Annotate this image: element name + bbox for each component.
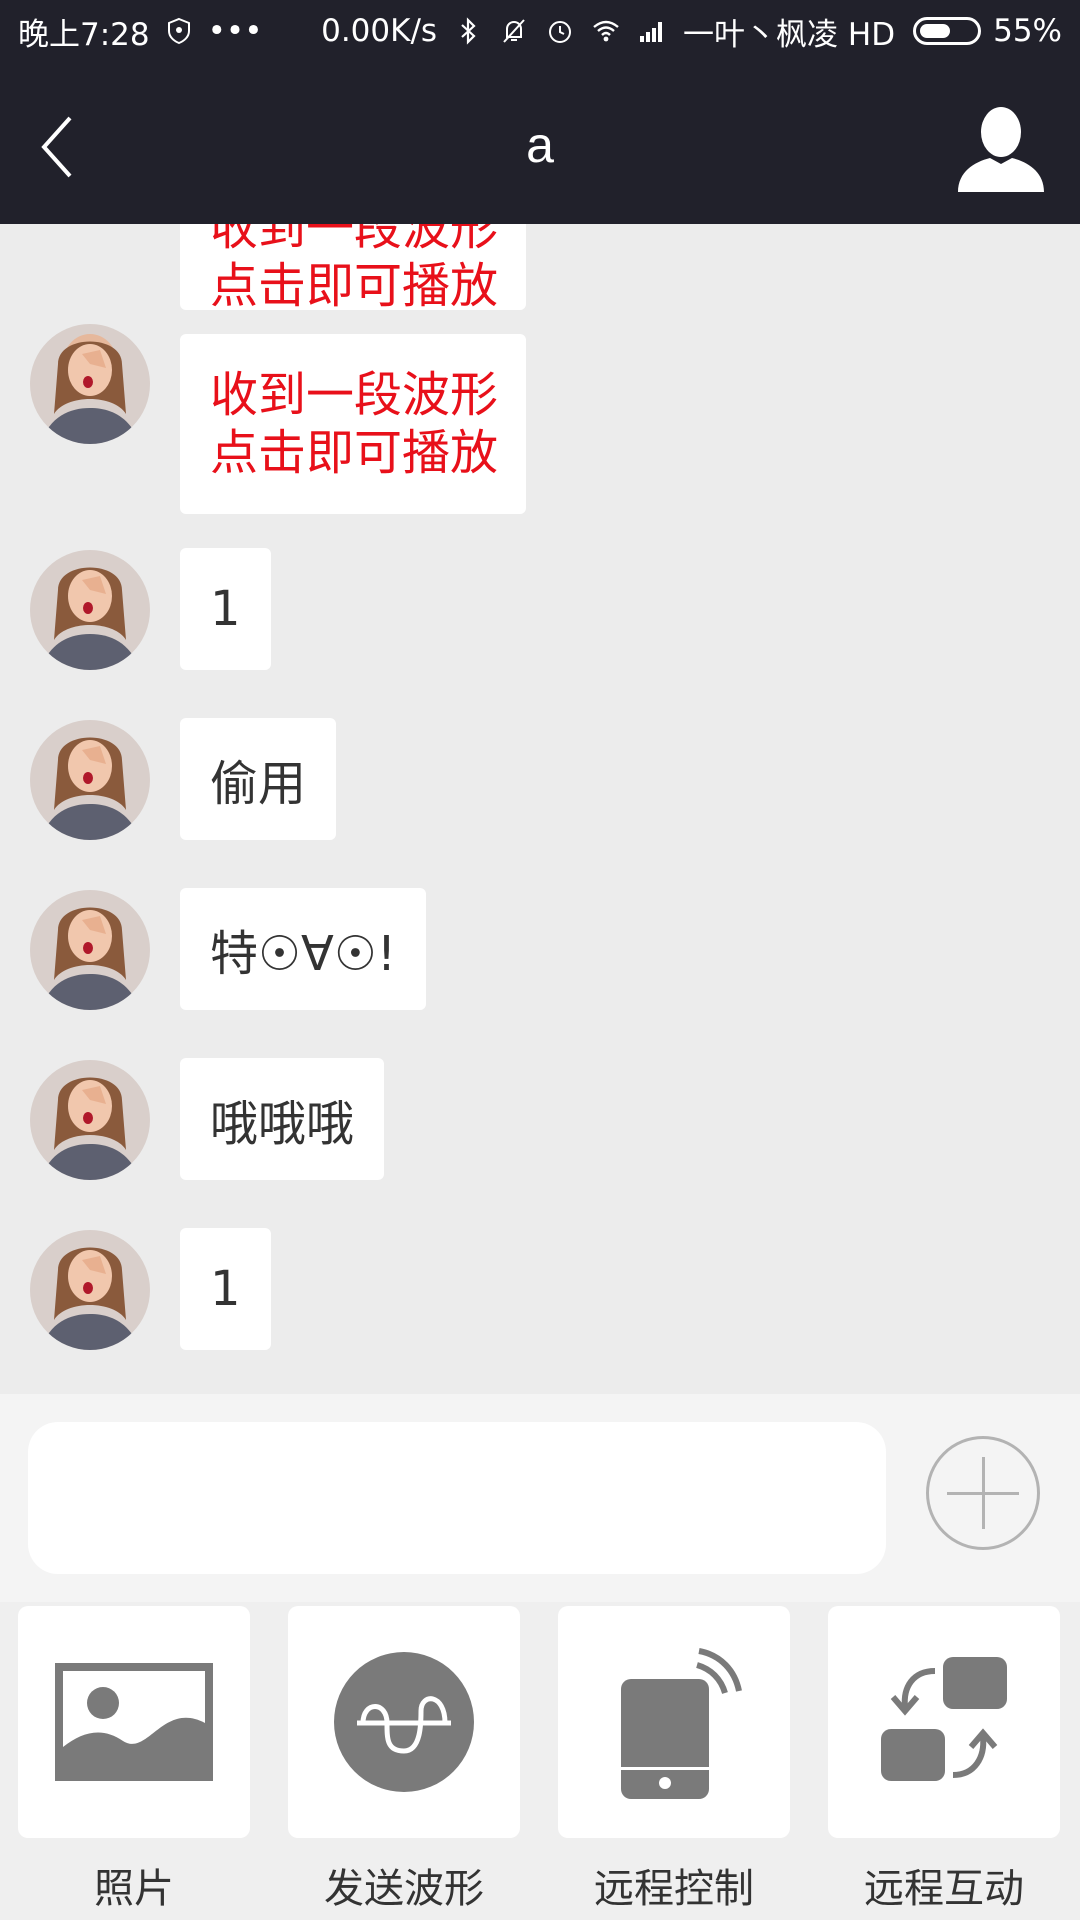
avatar-photo <box>30 550 150 670</box>
carrier-name: 一叶丶枫凌 HD <box>683 16 896 53</box>
mute-bell-icon <box>503 19 525 43</box>
avatar[interactable] <box>30 324 150 444</box>
tool-remote-interact-card[interactable] <box>828 1606 1060 1838</box>
message-text: 哦哦哦 <box>210 1096 355 1152</box>
remote-phone-icon <box>621 1648 742 1799</box>
message-text: 偷用 <box>210 756 307 812</box>
avatar[interactable] <box>30 550 150 670</box>
nav-bar: a <box>0 62 1080 224</box>
avatar[interactable] <box>30 1230 150 1350</box>
avatar-photo <box>30 890 150 1010</box>
bluetooth-icon <box>461 17 476 45</box>
waveform-message-line2: 点击即可播放 <box>210 425 499 481</box>
waveform-message-line1: 收到一段波形 <box>210 367 499 423</box>
wave-icon <box>334 1652 474 1792</box>
avatar[interactable] <box>30 890 150 1010</box>
alarm-icon <box>549 21 572 43</box>
security-icon <box>167 17 190 45</box>
network-speed: 0.00K/s <box>321 13 438 49</box>
text-message-bubble[interactable]: 哦哦哦 <box>180 1058 385 1180</box>
message-text: 1 <box>210 1261 241 1317</box>
waveform-message-bubble[interactable]: 收到一段波形 点击即可播放 <box>180 224 526 314</box>
avatar[interactable] <box>30 720 150 840</box>
image-icon <box>55 1663 213 1781</box>
tool-remote-control-card[interactable] <box>558 1606 790 1838</box>
tool-photo-card[interactable] <box>18 1606 250 1838</box>
battery-icon <box>913 17 982 45</box>
avatar-photo <box>30 324 150 444</box>
tool-remote-interact-label: 远程互动 <box>864 1866 1024 1912</box>
waveform-message-line1: 收到一段波形 <box>210 224 499 256</box>
profile-icon[interactable] <box>954 102 1048 196</box>
waveform-message-bubble[interactable]: 收到一段波形 点击即可播放 <box>180 334 526 514</box>
message-input[interactable] <box>28 1422 886 1574</box>
waveform-message-line2: 点击即可播放 <box>210 258 499 314</box>
tool-send-wave[interactable]: 发送波形 <box>288 1606 520 1914</box>
tool-remote-interact[interactable]: 远程互动 <box>828 1606 1060 1914</box>
message-input-bar <box>0 1394 1080 1602</box>
interact-icon <box>881 1657 1007 1781</box>
text-message-bubble[interactable]: 1 <box>180 548 271 670</box>
chat-message-list[interactable]: 收到一段波形 点击即可播放 收到一段波形 点击即可播放 1 偷用 特☉∀☉! 哦… <box>0 224 1080 1394</box>
text-message-bubble[interactable]: 特☉∀☉! <box>180 888 427 1010</box>
tool-send-wave-label: 发送波形 <box>324 1866 484 1912</box>
avatar-photo <box>30 720 150 840</box>
tool-photo-label: 照片 <box>94 1866 174 1912</box>
wifi-icon <box>593 20 619 42</box>
avatar-photo <box>30 1060 150 1180</box>
page-title: a <box>526 117 554 173</box>
text-message-bubble[interactable]: 偷用 <box>180 718 337 840</box>
avatar-photo <box>30 1230 150 1350</box>
battery-percent: 55% <box>993 13 1062 49</box>
tool-remote-control[interactable]: 远程控制 <box>558 1606 790 1914</box>
status-time: 晚上7:28 <box>18 16 150 53</box>
signal-icon <box>640 22 663 42</box>
attachment-panel: 照片 发送波形 远程控制 远程互动 <box>0 1602 1080 1920</box>
text-message-bubble[interactable]: 1 <box>180 1228 271 1350</box>
add-attachment-button[interactable] <box>926 1436 1040 1550</box>
message-text: 特☉∀☉! <box>210 926 397 982</box>
status-bar: 晚上7:28 ••• 0.00K/s 一叶丶枫凌 HD 55% <box>0 0 1080 62</box>
more-notifications-icon: ••• <box>207 13 263 49</box>
tool-remote-control-label: 远程控制 <box>594 1866 754 1912</box>
tool-photo[interactable]: 照片 <box>18 1606 250 1914</box>
tool-send-wave-card[interactable] <box>288 1606 520 1838</box>
message-text: 1 <box>210 581 241 637</box>
avatar[interactable] <box>30 1060 150 1180</box>
